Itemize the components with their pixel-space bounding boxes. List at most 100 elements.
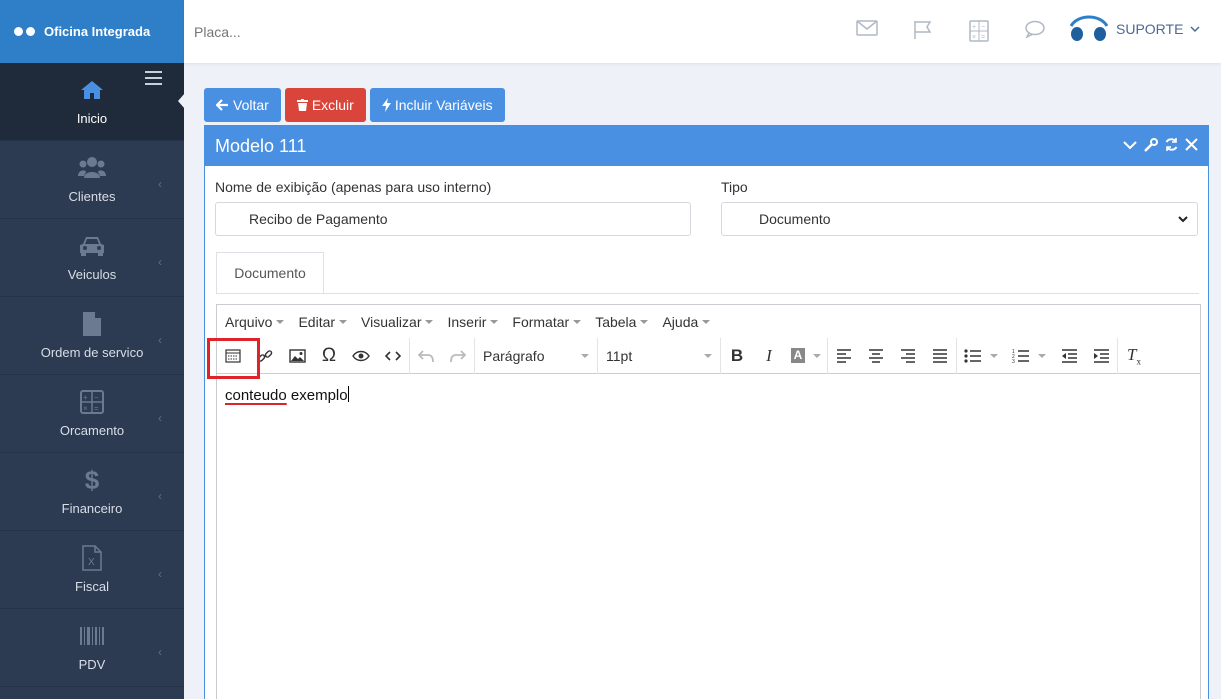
svg-text:−: − xyxy=(981,24,985,31)
indent-button[interactable] xyxy=(1085,341,1117,371)
sidebar-item-pdv[interactable]: PDV ‹ xyxy=(0,609,184,687)
chevron-down-icon xyxy=(1190,26,1200,33)
flag-icon[interactable] xyxy=(895,20,951,42)
type-select-value: Documento xyxy=(759,211,831,227)
calculator-icon[interactable]: + − × = xyxy=(951,20,1007,42)
font-size-dropdown[interactable]: 11pt xyxy=(598,338,720,374)
font-size-value: 11pt xyxy=(606,347,633,364)
svg-text:+: + xyxy=(83,393,88,402)
numbered-list-button[interactable]: 123 xyxy=(1005,341,1053,371)
source-code-button[interactable] xyxy=(377,341,409,371)
chevron-left-icon: ‹ xyxy=(158,645,162,659)
bold-button[interactable]: B xyxy=(721,341,753,371)
image-button[interactable] xyxy=(281,341,313,371)
text-color-button[interactable]: A xyxy=(785,341,827,371)
sidebar-item-label: Fiscal xyxy=(75,579,109,594)
svg-text:×: × xyxy=(972,34,976,41)
undo-button[interactable] xyxy=(410,341,442,371)
bullet-list-button[interactable] xyxy=(957,341,1005,371)
svg-text:=: = xyxy=(981,34,985,41)
brand-name: Oficina Integrada xyxy=(44,24,151,39)
block-format-dropdown[interactable]: Parágrafo xyxy=(475,338,597,374)
sidebar-item-orcamento[interactable]: + − × = Orcamento ‹ xyxy=(0,375,184,453)
image-icon xyxy=(288,348,306,363)
menu-tabela[interactable]: Tabela xyxy=(595,314,649,330)
outdent-button[interactable] xyxy=(1053,341,1085,371)
refresh-icon[interactable] xyxy=(1164,137,1179,152)
include-variables-button[interactable]: Incluir Variáveis xyxy=(369,88,505,122)
svg-text:+: + xyxy=(972,24,976,31)
chat-icon[interactable] xyxy=(1007,20,1063,42)
sidebar-item-fiscal[interactable]: X Fiscal ‹ xyxy=(0,531,184,609)
editor-content[interactable]: conteudo exemplo xyxy=(217,374,1200,416)
rich-text-editor: Arquivo Editar Visualizar Inserir Format… xyxy=(207,304,1201,699)
avatar xyxy=(1069,15,1109,41)
menu-formatar[interactable]: Formatar xyxy=(512,314,582,330)
collapse-icon[interactable] xyxy=(1122,138,1138,152)
menu-toggle-icon[interactable] xyxy=(145,71,162,89)
svg-text:X: X xyxy=(88,557,95,568)
sidebar-item-label: Veiculos xyxy=(67,267,117,282)
users-icon xyxy=(78,155,106,181)
mail-icon[interactable] xyxy=(839,20,895,42)
code-icon xyxy=(385,350,401,361)
arrow-left-icon xyxy=(216,99,228,111)
search-input[interactable] xyxy=(194,23,794,40)
menu-arquivo[interactable]: Arquivo xyxy=(225,314,285,330)
justify-icon xyxy=(933,348,947,363)
back-button[interactable]: Voltar xyxy=(204,88,281,122)
block-format-value: Parágrafo xyxy=(483,347,545,364)
barcode-icon xyxy=(79,623,105,649)
svg-text:=: = xyxy=(94,404,99,413)
scrollbar[interactable] xyxy=(1221,0,1232,699)
chevron-left-icon: ‹ xyxy=(158,255,162,269)
model-panel: Modelo 111 Nome de exibição (apenas para… xyxy=(204,125,1209,699)
justify-button[interactable] xyxy=(924,341,956,371)
omega-icon: Ω xyxy=(321,344,337,366)
highlight-box xyxy=(207,337,260,379)
chevron-down-icon xyxy=(1178,216,1188,223)
align-right-button[interactable] xyxy=(892,341,924,371)
brand[interactable]: Oficina Integrada xyxy=(0,0,184,63)
chevron-left-icon: ‹ xyxy=(158,411,162,425)
template-button[interactable] xyxy=(207,337,260,379)
back-button-label: Voltar xyxy=(233,97,269,113)
align-center-button[interactable] xyxy=(860,341,892,371)
align-center-icon xyxy=(869,348,883,363)
italic-icon: I xyxy=(766,345,772,365)
name-field[interactable]: Recibo de Pagamento xyxy=(215,202,691,236)
wrench-icon[interactable] xyxy=(1144,137,1158,152)
preview-button[interactable] xyxy=(345,341,377,371)
tab-documento[interactable]: Documento xyxy=(216,252,324,294)
text-cursor xyxy=(347,386,349,402)
italic-button[interactable]: I xyxy=(753,341,785,371)
special-char-button[interactable]: Ω xyxy=(313,341,345,371)
menu-editar[interactable]: Editar xyxy=(298,314,348,330)
sidebar-item-ordem-servico[interactable]: Ordem de servico ‹ xyxy=(0,297,184,375)
file-excel-icon: X xyxy=(82,545,102,571)
logo-icon xyxy=(14,27,38,36)
svg-text:×: × xyxy=(83,404,88,413)
name-label: Nome de exibição (apenas para uso intern… xyxy=(215,179,492,195)
redo-button[interactable] xyxy=(442,341,474,371)
align-left-button[interactable] xyxy=(828,341,860,371)
menu-visualizar[interactable]: Visualizar xyxy=(361,314,434,330)
chevron-down-icon xyxy=(704,353,712,358)
user-menu[interactable]: SUPORTE xyxy=(1068,14,1201,44)
trash-icon xyxy=(296,99,308,111)
close-icon[interactable] xyxy=(1185,138,1198,151)
type-select[interactable]: Documento xyxy=(721,202,1198,236)
clear-format-button[interactable]: Tx xyxy=(1118,341,1150,371)
sidebar-item-veiculos[interactable]: Veiculos ‹ xyxy=(0,219,184,297)
chevron-left-icon: ‹ xyxy=(158,567,162,581)
sidebar-item-financeiro[interactable]: $ Financeiro ‹ xyxy=(0,453,184,531)
sidebar-item-clientes[interactable]: Clientes ‹ xyxy=(0,141,184,219)
align-left-icon xyxy=(837,348,851,363)
menu-inserir[interactable]: Inserir xyxy=(447,314,499,330)
dollar-icon: $ xyxy=(84,464,100,495)
sidebar-item-label: Financeiro xyxy=(61,501,123,516)
delete-button[interactable]: Excluir xyxy=(284,88,366,122)
sidebar-item-inicio[interactable]: Inicio xyxy=(0,63,185,141)
indent-icon xyxy=(1093,348,1109,363)
menu-ajuda[interactable]: Ajuda xyxy=(662,314,711,330)
